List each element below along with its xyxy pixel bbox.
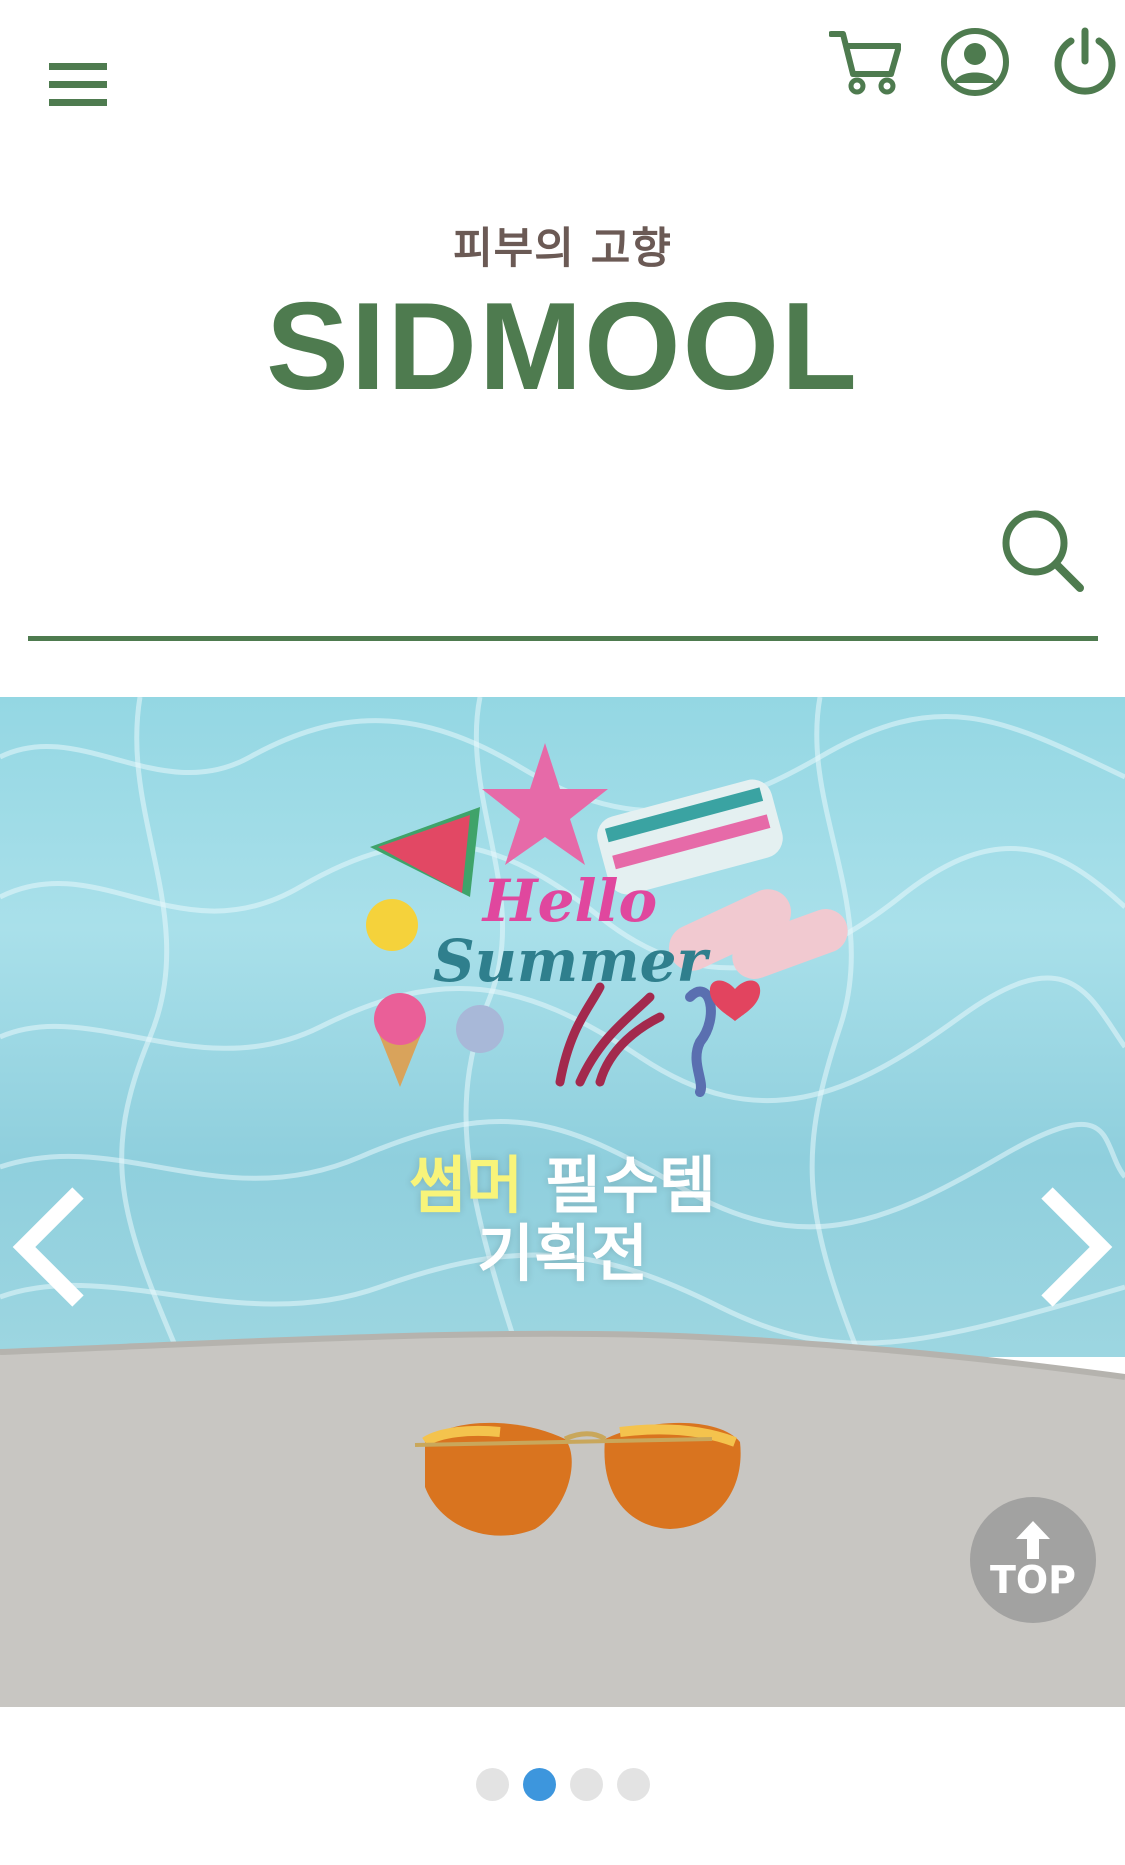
cart-icon <box>829 31 901 95</box>
carousel-prev-button[interactable] <box>0 1182 100 1312</box>
banner-title-highlight: 썸머 <box>409 1149 524 1222</box>
power-icon <box>1054 27 1116 95</box>
banner-subtitle: 기획전 <box>476 1217 649 1291</box>
cart-button[interactable] <box>825 22 905 102</box>
hello-text: Hello <box>482 867 658 935</box>
hamburger-menu-icon <box>49 63 107 106</box>
carousel-indicators <box>0 1768 1125 1801</box>
banner-headline: 썸머 필수템 기획전 <box>0 1149 1125 1291</box>
chevron-left-icon <box>12 1187 84 1307</box>
brand-tagline: 피부의 고향 <box>453 224 672 274</box>
search-button[interactable] <box>992 500 1092 600</box>
menu-button[interactable] <box>38 50 118 120</box>
carousel-dot[interactable] <box>522 1768 556 1801</box>
top-bar <box>0 0 1125 150</box>
brand-logo[interactable]: SIDMOOL <box>0 285 1125 409</box>
header-icons <box>825 22 1125 102</box>
scroll-to-top-button[interactable]: TOP <box>970 1497 1096 1623</box>
chevron-right-icon <box>1041 1187 1113 1307</box>
search-icon <box>1002 510 1084 592</box>
carousel-dot[interactable] <box>475 1768 509 1801</box>
brand-block: 피부의 고향 SIDMOOL <box>0 224 1125 410</box>
search-input[interactable] <box>28 520 972 612</box>
carousel-dot[interactable] <box>569 1768 603 1801</box>
search-bar <box>28 490 1098 641</box>
banner-title-rest: 필수템 <box>544 1149 716 1222</box>
carousel-next-button[interactable] <box>1025 1182 1125 1312</box>
account-button[interactable] <box>935 22 1015 102</box>
summer-text: Summer <box>432 927 708 995</box>
promo-banner[interactable]: Hello Summer 썸머 필수템 기획전 <box>0 697 1125 1707</box>
arrow-up-icon <box>1016 1521 1050 1559</box>
top-button-label: TOP <box>989 1558 1077 1602</box>
logout-button[interactable] <box>1045 22 1125 102</box>
carousel-dot[interactable] <box>616 1768 650 1801</box>
hello-summer-lettering: Hello Summer <box>430 872 710 990</box>
user-account-icon <box>941 28 1009 96</box>
